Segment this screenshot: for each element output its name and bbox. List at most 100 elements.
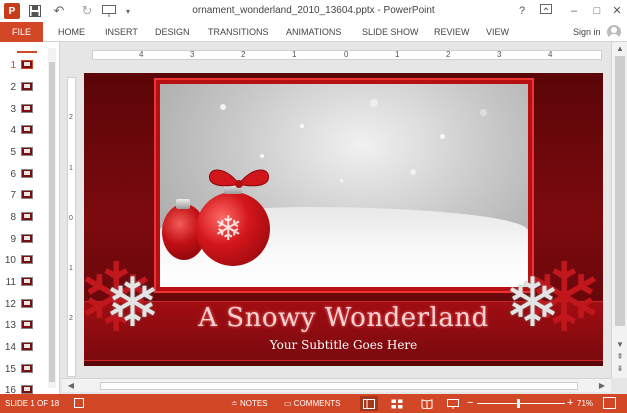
zoom-slider[interactable] (477, 399, 565, 408)
ruler-tick: 3 (497, 50, 502, 59)
slide-number: 15 (4, 364, 16, 375)
horizontal-ruler: 4 3 2 1 0 1 2 3 4 (92, 50, 602, 60)
slide-thumbnail[interactable]: 2 (0, 79, 45, 97)
slide-number: 13 (4, 320, 16, 331)
slide-thumbnail[interactable]: 11 (0, 274, 45, 292)
avatar[interactable] (607, 25, 621, 39)
thumbnail-image (21, 104, 33, 113)
tab-insert[interactable]: INSERT (105, 22, 138, 42)
slide-thumbnail[interactable]: 9 (0, 231, 45, 249)
horizontal-scrollbar[interactable]: ◀ ▶ (62, 378, 611, 392)
scroll-right-icon[interactable]: ▶ (597, 381, 607, 391)
snow-bokeh (480, 109, 487, 116)
ruler-tick: 2 (69, 114, 73, 121)
thumbnail-image (21, 364, 33, 373)
slide-thumbnails-pane: 1 2 3 4 5 6 7 8 9 10 11 12 13 14 15 16 (0, 42, 60, 394)
ornament-snow-photo: ❄ (160, 84, 528, 287)
tab-transitions[interactable]: TRANSITIONS (208, 22, 269, 42)
scroll-left-icon[interactable]: ◀ (66, 381, 76, 391)
vertical-scrollbar-thumb[interactable] (615, 56, 625, 326)
slide-number: 6 (10, 169, 16, 180)
tab-design[interactable]: DESIGN (155, 22, 190, 42)
slide-thumbnail[interactable]: 4 (0, 122, 45, 140)
thumbnail-image (21, 190, 33, 199)
previous-slide-icon[interactable]: ⇞ (615, 352, 625, 362)
thumbnail-image (21, 299, 33, 308)
slide-thumbnail[interactable]: 8 (0, 209, 45, 227)
notes-button[interactable]: ≐ NOTES (231, 399, 268, 408)
slide-thumbnail[interactable]: 1 (0, 57, 45, 75)
maximize-button[interactable]: □ (587, 3, 607, 19)
ruler-tick: 0 (69, 215, 73, 222)
tab-file[interactable]: FILE (0, 22, 43, 42)
workspace: 1 2 3 4 5 6 7 8 9 10 11 12 13 14 15 16 4… (0, 42, 627, 394)
snow-bokeh (340, 179, 343, 182)
silver-snowflake-icon: ❄ (104, 265, 161, 341)
slideshow-view-icon[interactable] (444, 396, 462, 411)
tab-review[interactable]: REVIEW (434, 22, 470, 42)
tab-home[interactable]: HOME (58, 22, 85, 42)
notes-label: NOTES (239, 399, 268, 408)
slide-thumbnail[interactable]: 10 (0, 252, 45, 270)
thumbnail-image (21, 169, 33, 178)
close-button[interactable]: ✕ (607, 3, 627, 19)
tab-slide-show[interactable]: SLIDE SHOW (362, 22, 419, 42)
reading-view-icon[interactable] (418, 396, 436, 411)
ruler-tick: 1 (292, 50, 297, 59)
slide-thumbnail[interactable]: 7 (0, 187, 45, 205)
photo-frame[interactable]: ❄ (154, 78, 534, 293)
thumbnail-scrollbar-thumb[interactable] (49, 62, 55, 382)
minimize-button[interactable]: – (564, 3, 584, 19)
thumbnail-image (21, 82, 33, 91)
slide-thumbnail[interactable]: 13 (0, 317, 45, 335)
spell-check-icon[interactable] (74, 398, 84, 408)
zoom-out-button[interactable]: − (467, 397, 473, 409)
slide-canvas[interactable]: ❄ A Snowy Wonderland Your Subtitle Goes … (84, 73, 603, 366)
slide-thumbnail[interactable]: 14 (0, 339, 45, 357)
snow-bokeh (440, 134, 445, 139)
tab-view[interactable]: VIEW (486, 22, 509, 42)
ribbon-display-options-icon[interactable] (536, 3, 556, 19)
slide-number: 14 (4, 342, 16, 353)
zoom-slider-handle[interactable] (517, 399, 520, 408)
zoom-level[interactable]: 71% (577, 399, 593, 408)
comments-button[interactable]: ▭ COMMENTS (284, 399, 340, 408)
thumbnail-image (21, 60, 33, 69)
comments-label: COMMENTS (293, 399, 341, 408)
status-bar: SLIDE 1 OF 18 ≐ NOTES ▭ COMMENTS − + 71% (0, 394, 627, 413)
thumbnail-image (21, 255, 33, 264)
ruler-tick: 2 (446, 50, 451, 59)
tab-animations[interactable]: ANIMATIONS (286, 22, 341, 42)
horizontal-scrollbar-thumb[interactable] (100, 382, 578, 390)
red-bow-icon (208, 169, 270, 188)
normal-view-icon[interactable] (360, 396, 378, 411)
thumbnail-pane-accent (17, 51, 37, 53)
ruler-tick: 1 (69, 265, 73, 272)
slide-number: 8 (10, 212, 16, 223)
thumbnail-image (21, 234, 33, 243)
snow-bokeh (370, 99, 378, 107)
slide-thumbnail[interactable]: 6 (0, 166, 45, 184)
fit-slide-to-window-icon[interactable] (603, 397, 616, 409)
snow-bokeh (220, 104, 226, 110)
thumbnail-image (21, 125, 33, 134)
scroll-down-icon[interactable]: ▼ (615, 340, 625, 350)
slide-thumbnail[interactable]: 5 (0, 144, 45, 162)
zoom-in-button[interactable]: + (567, 397, 573, 409)
slide-thumbnail[interactable]: 3 (0, 101, 45, 119)
slide-number: 10 (4, 255, 16, 266)
thumbnail-scrollbar[interactable] (48, 48, 56, 388)
ruler-tick: 2 (241, 50, 246, 59)
slide-thumbnail[interactable]: 12 (0, 296, 45, 314)
slide-thumbnail[interactable]: 15 (0, 361, 45, 379)
next-slide-icon[interactable]: ⇟ (615, 364, 625, 374)
thumbnail-image (21, 147, 33, 156)
ruler-tick: 1 (69, 165, 73, 172)
slide-number: 2 (10, 82, 16, 93)
slide-sorter-icon[interactable] (388, 396, 406, 411)
scroll-up-icon[interactable]: ▲ (615, 44, 625, 54)
sign-in-link[interactable]: Sign in (573, 22, 601, 42)
help-button[interactable]: ? (512, 3, 532, 19)
slide-thumbnail[interactable]: 16 (0, 382, 45, 394)
vertical-scrollbar[interactable]: ▲ ▼ ⇞ ⇟ (611, 42, 627, 378)
